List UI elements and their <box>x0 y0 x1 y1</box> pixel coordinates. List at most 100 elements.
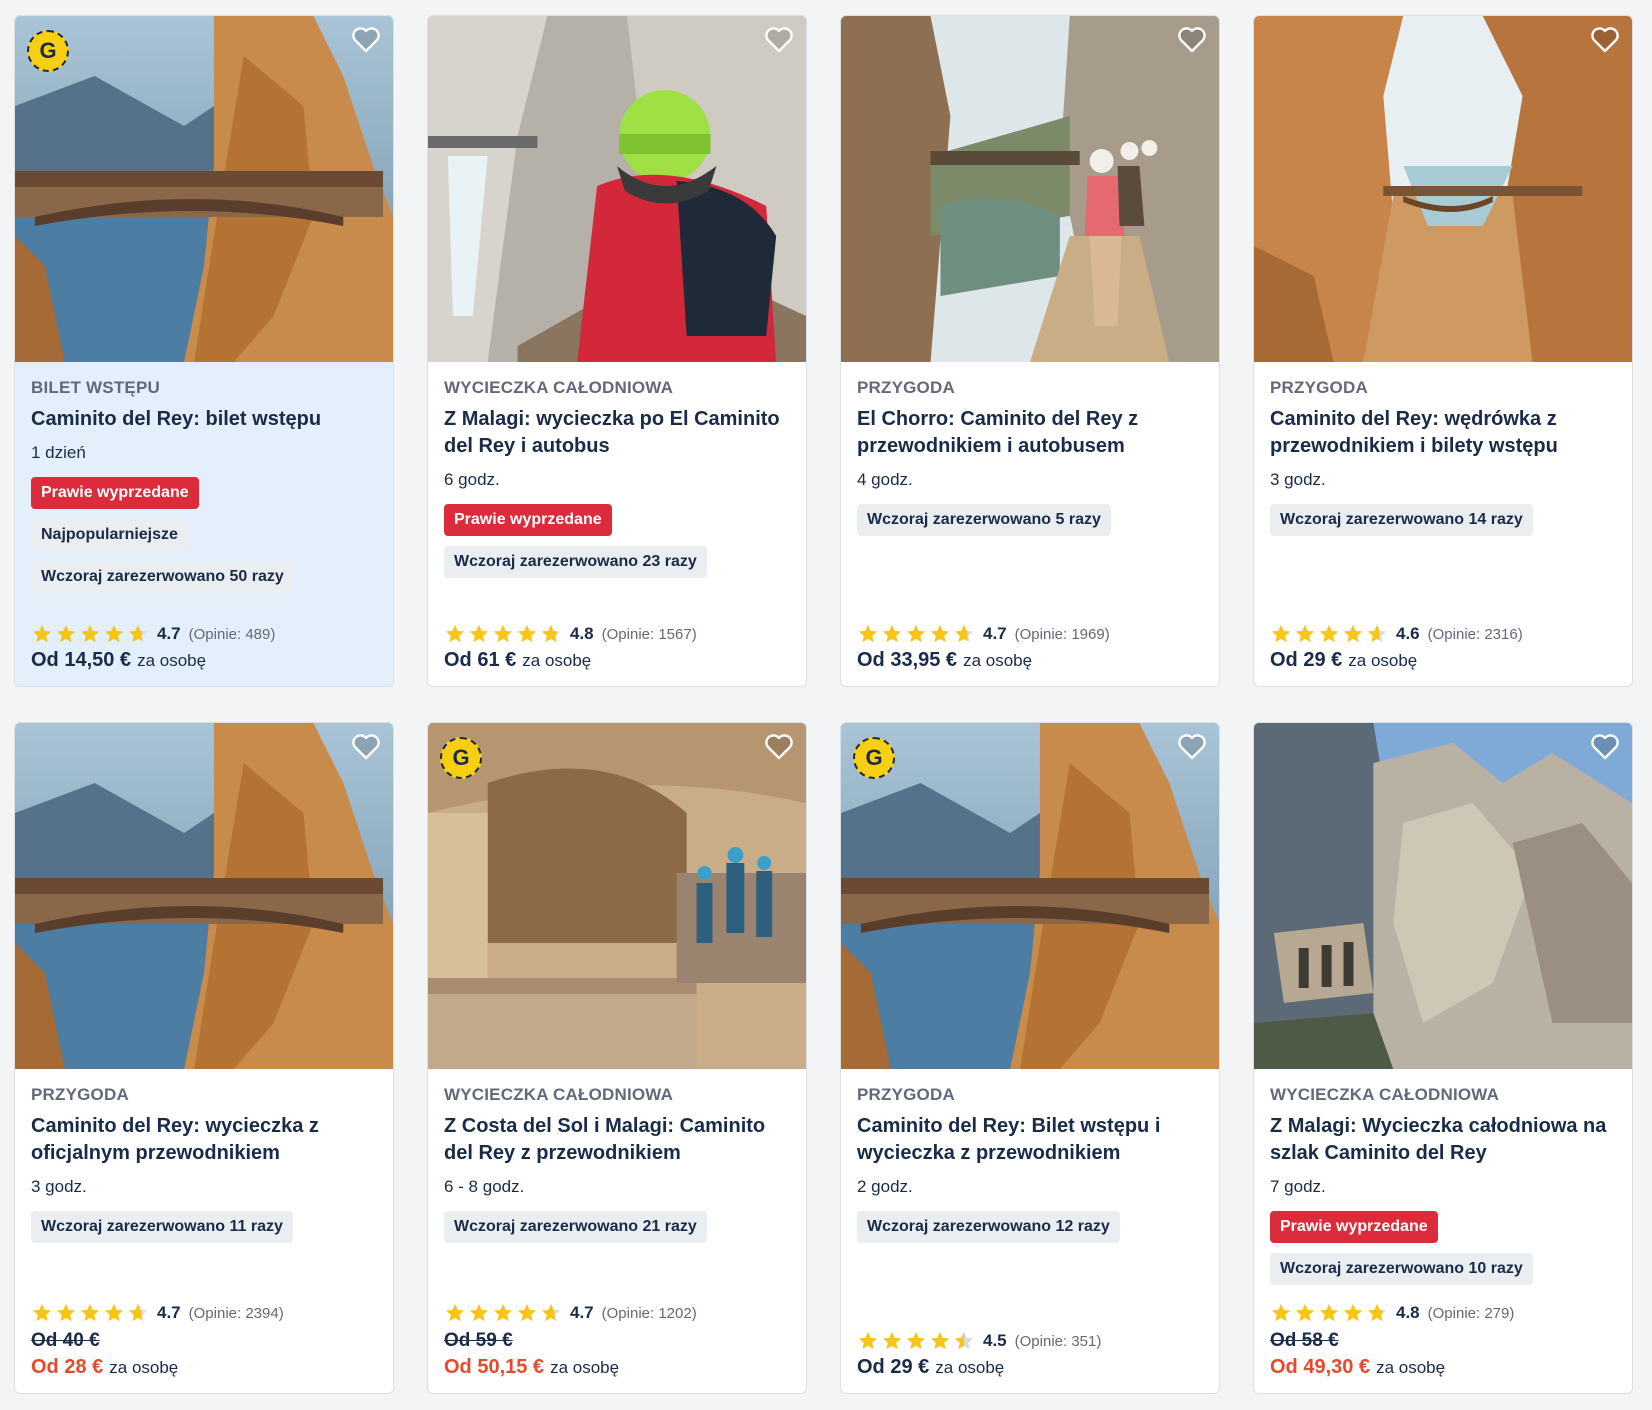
tag-list: Wczoraj zarezerwowano 21 razy <box>444 1211 790 1243</box>
card-body: PRZYGODA El Chorro: Caminito del Rey z pr… <box>841 362 1219 686</box>
getyourguide-original-badge-icon: G <box>440 737 482 779</box>
getyourguide-original-badge-icon: G <box>27 30 69 72</box>
tag-list: Wczoraj zarezerwowano 12 razy <box>857 1211 1203 1243</box>
wishlist-heart-icon[interactable] <box>764 733 794 761</box>
activity-photo[interactable]: G <box>428 723 806 1069</box>
activity-category: PRZYGODA <box>857 378 955 397</box>
info-badge: Wczoraj zarezerwowano 10 razy <box>1270 1253 1533 1285</box>
activity-card[interactable]: PRZYGODA Caminito del Rey: wycieczka z of… <box>14 722 394 1394</box>
activity-title[interactable]: Z Malagi: Wycieczka całodniowa na szlak … <box>1270 1113 1616 1167</box>
activity-title[interactable]: Caminito del Rey: wędrówka z przewodniki… <box>1270 406 1616 460</box>
card-body: WYCIECZKA CAŁODNIOWA Z Costa del Sol i Ma… <box>428 1069 806 1393</box>
rating-row: 4.5 (Opinie: 351) <box>857 1330 1203 1352</box>
rating-score: 4.8 <box>1396 1303 1420 1322</box>
review-count: (Opinie: 1567) <box>601 625 697 643</box>
tag-list: Prawie wyprzedane Wczoraj zarezerwowano 1… <box>1270 1211 1616 1285</box>
star-icon <box>1319 624 1339 643</box>
star-icon <box>541 1303 561 1322</box>
wishlist-heart-icon[interactable] <box>351 733 381 761</box>
activity-card[interactable]: G WYCIECZKA CAŁODNIOWA Z Costa del Sol i M… <box>427 722 807 1394</box>
activity-card[interactable]: WYCIECZKA CAŁODNIOWA Z Malagi: Wycieczka … <box>1253 722 1633 1394</box>
card-body: PRZYGODA Caminito del Rey: wycieczka z of… <box>15 1069 393 1393</box>
review-count: (Opinie: 1969) <box>1014 625 1110 643</box>
price-row: Od 28 € za osobę <box>31 1356 377 1379</box>
activity-duration: 6 - 8 godz. <box>444 1177 525 1196</box>
info-badge: Wczoraj zarezerwowano 21 razy <box>444 1211 707 1243</box>
activity-category: PRZYGODA <box>1270 378 1368 397</box>
rating-row: 4.7 (Opinie: 1202) <box>444 1302 790 1324</box>
activity-title[interactable]: Caminito del Rey: wycieczka z oficjalnym… <box>31 1113 377 1167</box>
tag-list: Wczoraj zarezerwowano 11 razy <box>31 1211 377 1243</box>
star-icon <box>541 624 561 643</box>
info-badge: Wczoraj zarezerwowano 23 razy <box>444 546 707 578</box>
review-count: (Opinie: 1202) <box>601 1304 697 1322</box>
price-unit: za osobę <box>550 1358 620 1377</box>
wishlist-heart-icon[interactable] <box>1177 733 1207 761</box>
wishlist-heart-icon[interactable] <box>764 26 794 54</box>
tag-list: Wczoraj zarezerwowano 14 razy <box>1270 504 1616 536</box>
activity-card[interactable]: WYCIECZKA CAŁODNIOWA Z Malagi: wycieczka … <box>427 15 807 687</box>
price-unit: za osobę <box>935 1358 1005 1377</box>
price-row: Od 49,30 € za osobę <box>1270 1356 1616 1379</box>
star-icon <box>32 624 52 643</box>
star-icon <box>80 1303 100 1322</box>
wishlist-heart-icon[interactable] <box>351 26 381 54</box>
activity-duration: 7 godz. <box>1270 1177 1326 1196</box>
activity-card[interactable]: PRZYGODA El Chorro: Caminito del Rey z pr… <box>840 15 1220 687</box>
star-icon <box>906 624 926 643</box>
activity-duration: 6 godz. <box>444 470 500 489</box>
activity-photo[interactable] <box>428 16 806 362</box>
activity-photo[interactable]: G <box>841 723 1219 1069</box>
star-icon <box>858 1331 878 1350</box>
activity-duration: 2 godz. <box>857 1177 913 1196</box>
star-icon <box>954 1331 974 1350</box>
rating-score: 4.5 <box>983 1331 1007 1350</box>
activity-category: PRZYGODA <box>857 1085 955 1104</box>
price-row: Od 50,15 € za osobę <box>444 1356 790 1379</box>
activity-photo[interactable] <box>1254 16 1632 362</box>
rating-row: 4.7 (Opinie: 2394) <box>31 1302 377 1324</box>
info-badge: Wczoraj zarezerwowano 11 razy <box>31 1211 293 1243</box>
activity-title[interactable]: Caminito del Rey: Bilet wstępu i wyciecz… <box>857 1113 1203 1167</box>
activity-category: BILET WSTĘPU <box>31 378 160 397</box>
activity-photo[interactable]: G <box>15 16 393 362</box>
star-icon <box>104 624 124 643</box>
star-icon <box>1295 1303 1315 1322</box>
star-rating <box>444 1302 562 1324</box>
star-rating <box>857 1330 975 1352</box>
rating-score: 4.7 <box>157 624 181 643</box>
wishlist-heart-icon[interactable] <box>1177 26 1207 54</box>
activity-photo[interactable] <box>1254 723 1632 1069</box>
wishlist-heart-icon[interactable] <box>1590 733 1620 761</box>
activity-card[interactable]: G BILET WSTĘPU Caminito del Rey: bilet wst… <box>14 15 394 687</box>
info-badge: Wczoraj zarezerwowano 14 razy <box>1270 504 1533 536</box>
activity-photo[interactable] <box>15 723 393 1069</box>
star-rating <box>1270 623 1388 645</box>
price-row: Od 14,50 € za osobę <box>31 649 377 672</box>
star-icon <box>469 624 489 643</box>
star-icon <box>469 1303 489 1322</box>
activity-title[interactable]: El Chorro: Caminito del Rey z przewodnik… <box>857 406 1203 460</box>
rating-score: 4.8 <box>570 624 594 643</box>
activity-photo[interactable] <box>841 16 1219 362</box>
star-icon <box>1271 624 1291 643</box>
rating-row: 4.7 (Opinie: 489) <box>31 623 377 645</box>
price-amount: Od 61 € <box>444 649 517 671</box>
activity-grid: G BILET WSTĘPU Caminito del Rey: bilet wst… <box>14 15 1633 1394</box>
price-row: Od 29 € za osobę <box>857 1356 1203 1379</box>
price-amount: Od 14,50 € <box>31 649 132 671</box>
activity-title[interactable]: Z Malagi: wycieczka po El Caminito del R… <box>444 406 790 460</box>
star-icon <box>493 624 513 643</box>
activity-title[interactable]: Z Costa del Sol i Malagi: Caminito del R… <box>444 1113 790 1167</box>
wishlist-heart-icon[interactable] <box>1590 26 1620 54</box>
price-amount: Od 29 € <box>857 1356 930 1378</box>
star-icon <box>56 1303 76 1322</box>
price-amount: Od 28 € <box>31 1356 104 1378</box>
rating-row: 4.6 (Opinie: 2316) <box>1270 623 1616 645</box>
card-body: PRZYGODA Caminito del Rey: Bilet wstępu i… <box>841 1069 1219 1393</box>
activity-card[interactable]: G PRZYGODA Caminito del Rey: Bilet wstępu … <box>840 722 1220 1394</box>
card-body: PRZYGODA Caminito del Rey: wędrówka z prz… <box>1254 362 1632 686</box>
activity-title[interactable]: Caminito del Rey: bilet wstępu <box>31 406 377 433</box>
star-icon <box>517 1303 537 1322</box>
activity-card[interactable]: PRZYGODA Caminito del Rey: wędrówka z prz… <box>1253 15 1633 687</box>
